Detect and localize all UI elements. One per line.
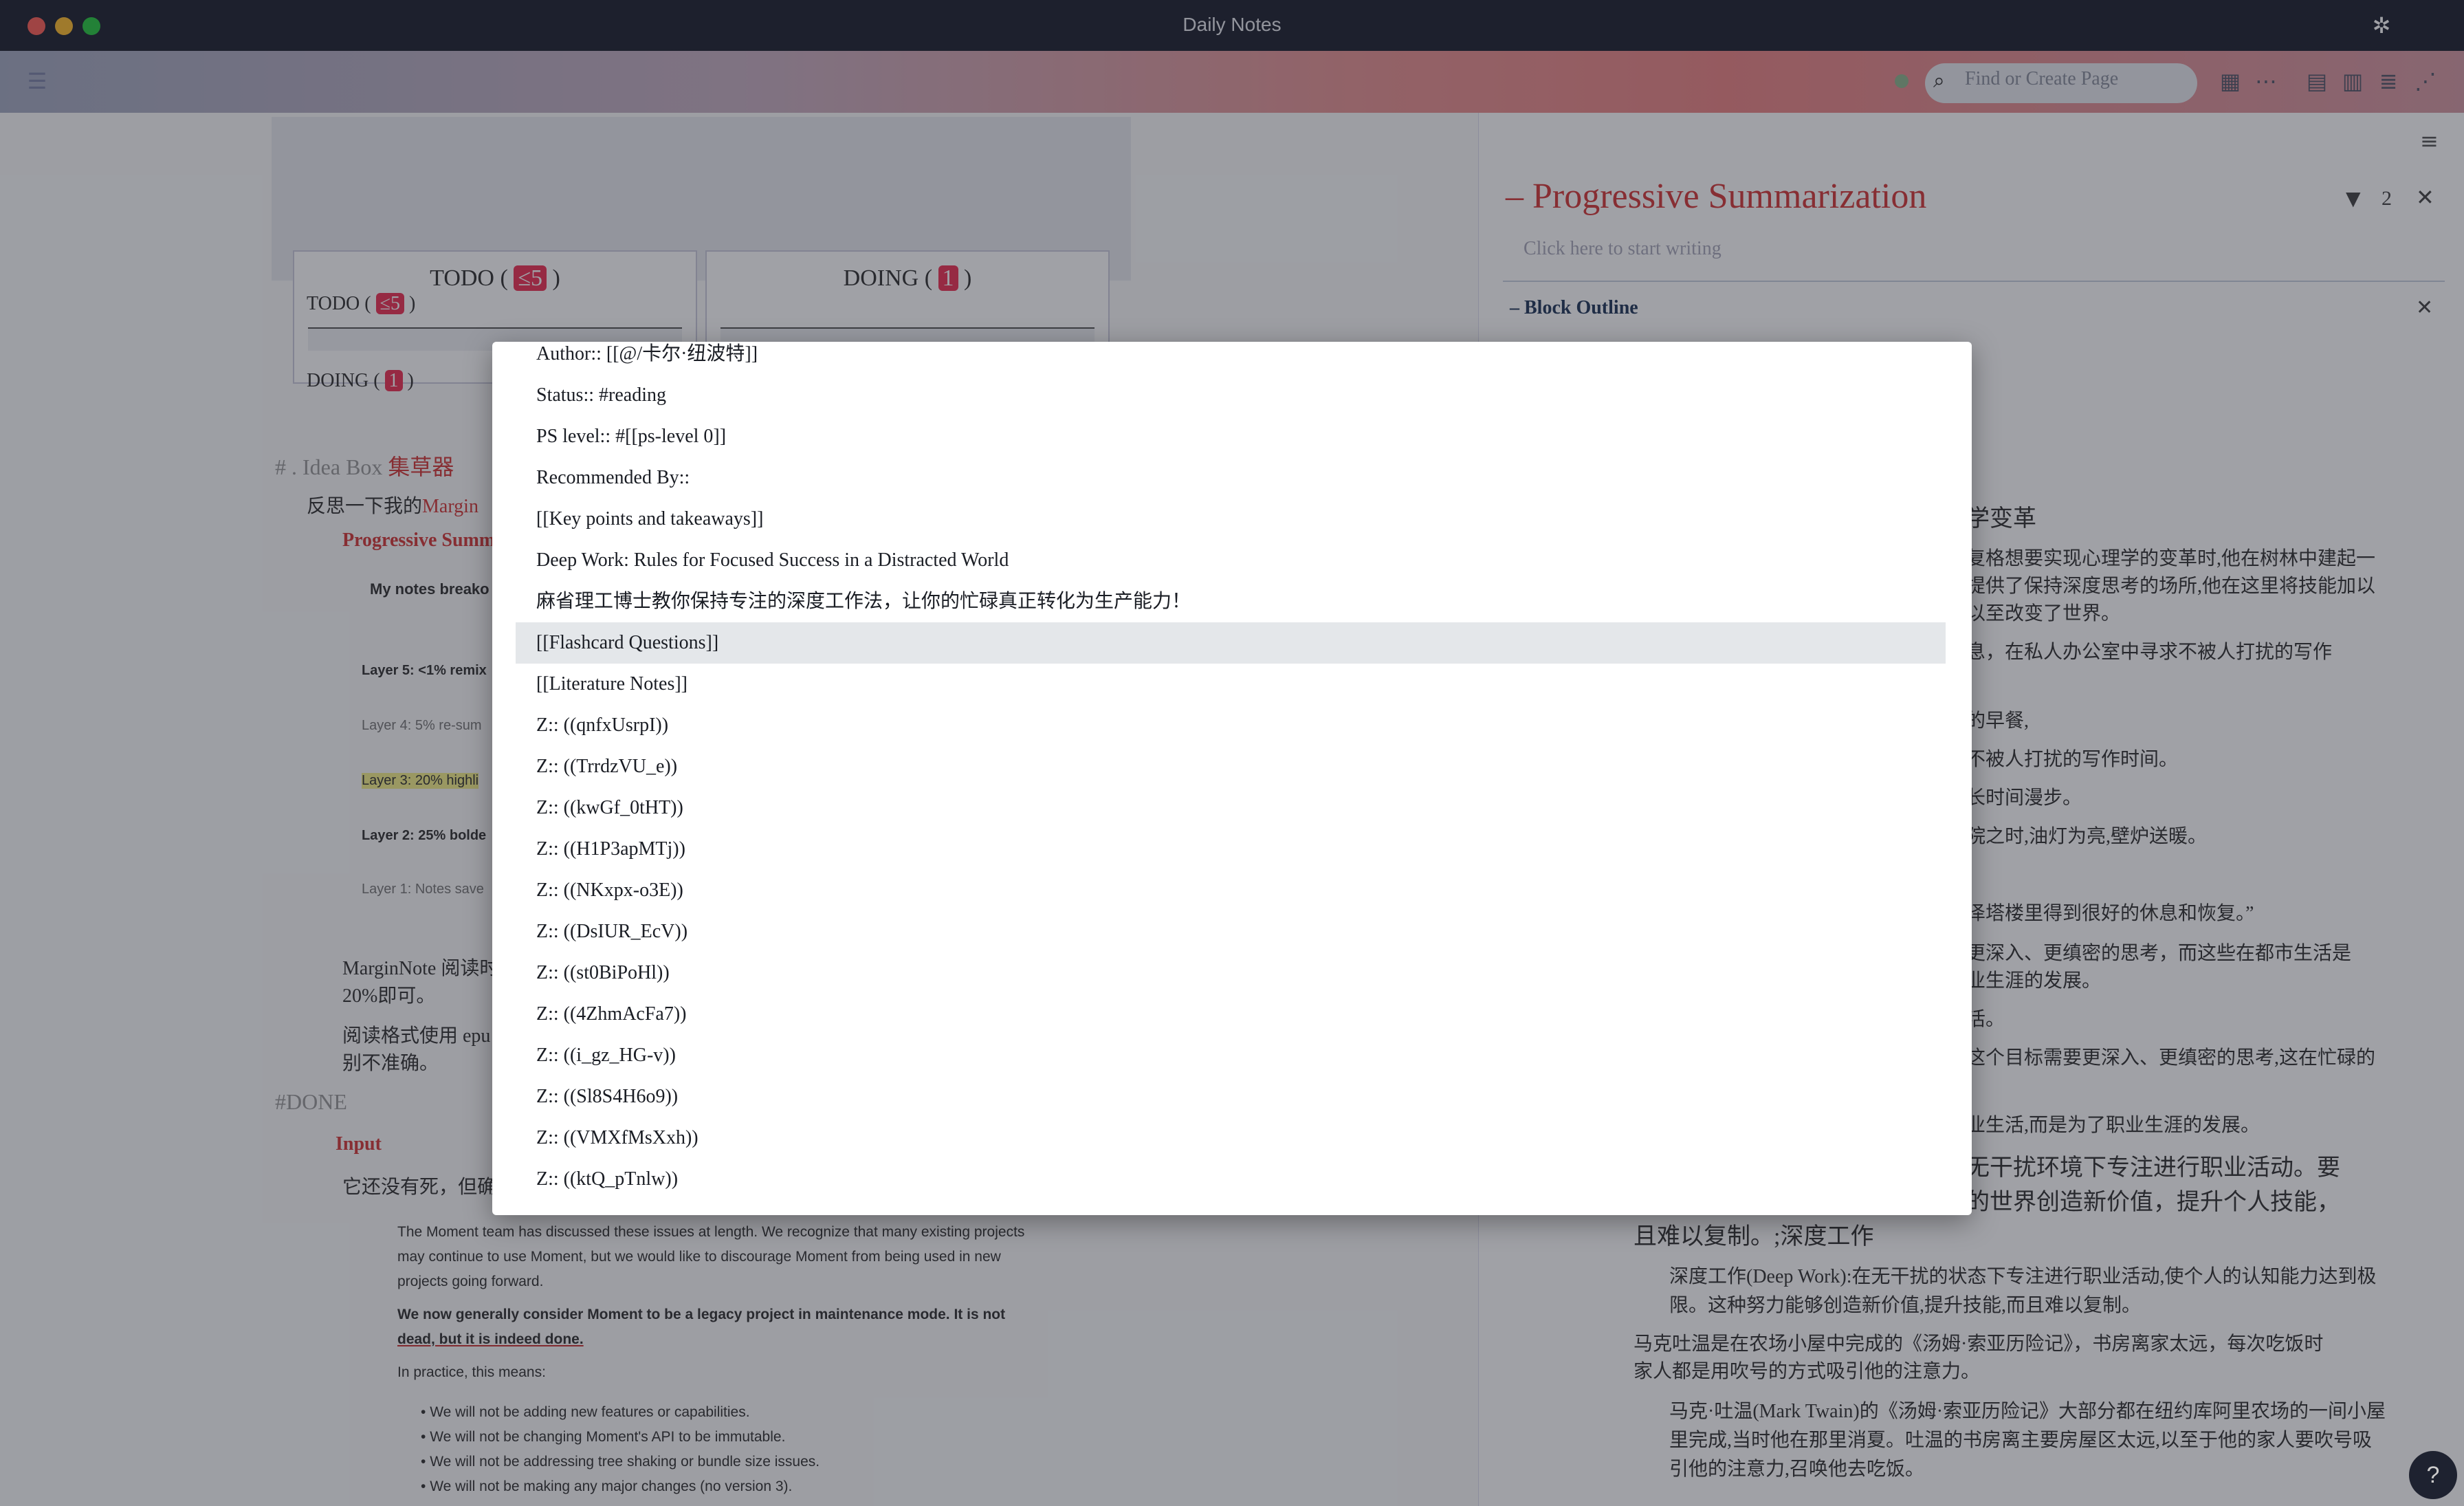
list-item[interactable]: Z:: ((st0BiPoHl)) — [516, 952, 1946, 994]
list-item[interactable]: Deep Work: Rules for Focused Success in … — [516, 540, 1946, 581]
list-item-selected[interactable]: [[Flashcard Questions]] — [516, 622, 1946, 664]
list-item[interactable]: 麻省理工博士教你保持专注的深度工作法，让你的忙碌真正转化为生产能力！ — [516, 581, 1946, 622]
list-item[interactable]: Z:: ((ktQ_pTnlw)) — [516, 1159, 1946, 1200]
list-item[interactable]: Author:: [[@/卡尔·纽波特]] — [516, 342, 1946, 375]
list-item[interactable]: Z:: ((qnfxUsrpI)) — [516, 705, 1946, 746]
block-search-popup: Author:: [[@/卡尔·纽波特]] Status:: #reading … — [492, 342, 1972, 1215]
list-item[interactable]: Status:: #reading — [516, 375, 1946, 416]
list-item[interactable]: Z:: ((i_gz_HG-v)) — [516, 1035, 1946, 1076]
list-item[interactable]: Z:: ((TrrdzVU_e)) — [516, 746, 1946, 787]
list-item[interactable]: Z:: ((Sl8S4H6o9)) — [516, 1076, 1946, 1117]
list-item[interactable]: Z:: ((4ZhmAcFa7)) — [516, 994, 1946, 1035]
list-item[interactable]: [[Literature Notes]] — [516, 664, 1946, 705]
help-button[interactable]: ? — [2409, 1451, 2457, 1499]
list-item[interactable]: Recommended By:: — [516, 457, 1946, 499]
list-item[interactable]: PS level:: #[[ps-level 0]] — [516, 416, 1946, 457]
list-item[interactable]: Z:: ((H1P3apMTj)) — [516, 829, 1946, 870]
list-item[interactable]: Z:: ((VMXfMsXxh)) — [516, 1117, 1946, 1159]
list-item[interactable]: Z:: ((NKxpx-o3E)) — [516, 870, 1946, 911]
list-item[interactable]: Z:: ((kwGf_0tHT)) — [516, 787, 1946, 829]
list-item[interactable]: Z:: ((DsIUR_EcV)) — [516, 911, 1946, 952]
list-item[interactable]: [[Key points and takeaways]] — [516, 499, 1946, 540]
